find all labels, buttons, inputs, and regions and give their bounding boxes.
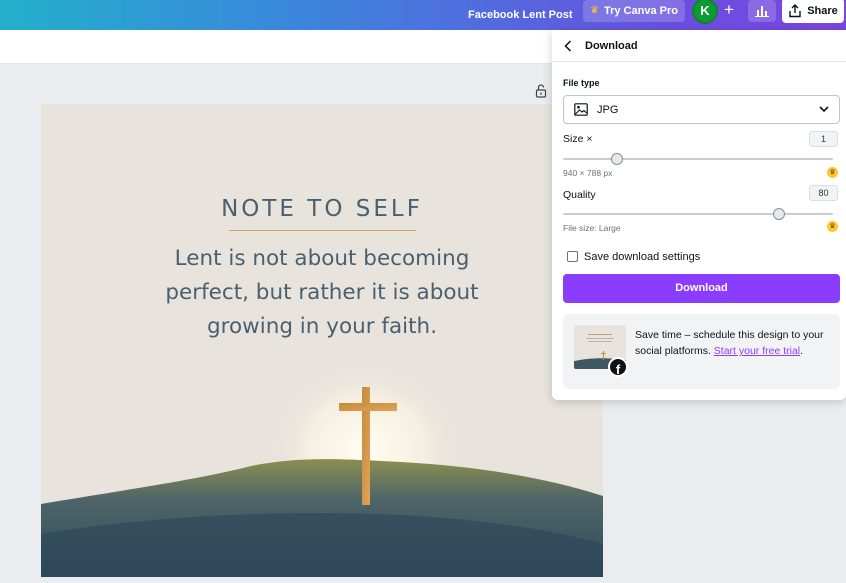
quality-label: Quality bbox=[563, 189, 596, 201]
try-canva-pro-label: Try Canva Pro bbox=[603, 5, 678, 17]
download-button[interactable]: Download bbox=[563, 274, 840, 303]
design-body-text[interactable]: Lent is not about becoming perfect, but … bbox=[157, 242, 487, 344]
save-settings-label[interactable]: Save download settings bbox=[584, 251, 700, 263]
size-input[interactable]: 1 bbox=[809, 131, 838, 147]
download-panel: Download File type JPG Size × 1 940 × 78… bbox=[552, 30, 846, 400]
save-settings-checkbox[interactable] bbox=[567, 251, 578, 262]
promo-period: . bbox=[800, 345, 804, 357]
file-type-value: JPG bbox=[597, 104, 619, 116]
share-label: Share bbox=[807, 4, 838, 17]
try-canva-pro-button[interactable]: ♛ Try Canva Pro bbox=[583, 0, 685, 22]
chevron-down-icon bbox=[819, 106, 829, 113]
share-button[interactable]: Share bbox=[782, 0, 844, 23]
panel-header: Download bbox=[552, 30, 846, 62]
pro-crown-icon: ♛ bbox=[827, 221, 838, 232]
quality-input[interactable]: 80 bbox=[809, 185, 838, 201]
quality-slider-handle[interactable] bbox=[773, 208, 785, 220]
file-type-label: File type bbox=[563, 78, 600, 88]
insights-button[interactable] bbox=[748, 0, 776, 22]
share-upload-icon bbox=[789, 3, 801, 17]
size-slider-track[interactable] bbox=[563, 158, 833, 160]
size-slider-handle[interactable] bbox=[611, 153, 623, 165]
design-title-text[interactable]: NOTE TO SELF bbox=[41, 196, 603, 222]
avatar[interactable]: K bbox=[692, 0, 718, 24]
title-underline bbox=[229, 230, 416, 231]
size-dimensions: 940 × 788 px bbox=[563, 168, 613, 178]
quality-slider-track[interactable] bbox=[563, 213, 833, 215]
schedule-promo-card: f Save time – schedule this design to yo… bbox=[563, 314, 840, 389]
crown-icon: ♛ bbox=[590, 5, 599, 16]
pro-crown-icon: ♛ bbox=[827, 167, 838, 178]
panel-title: Download bbox=[585, 40, 638, 52]
free-trial-link[interactable]: Start your free trial bbox=[714, 345, 800, 357]
unlock-icon[interactable] bbox=[535, 84, 547, 98]
promo-text: Save time – schedule this design to your… bbox=[635, 327, 830, 359]
file-size-hint: File size: Large bbox=[563, 223, 621, 233]
file-type-select[interactable]: JPG bbox=[563, 95, 840, 124]
document-title[interactable]: Facebook Lent Post bbox=[468, 4, 573, 26]
facebook-icon: f bbox=[608, 357, 628, 377]
bar-chart-icon bbox=[755, 6, 769, 17]
chevron-left-icon[interactable] bbox=[564, 40, 572, 52]
image-icon bbox=[574, 103, 588, 116]
size-label: Size × bbox=[563, 133, 593, 145]
design-canvas[interactable]: NOTE TO SELF Lent is not about becoming … bbox=[41, 104, 603, 577]
add-collaborator-button[interactable]: + bbox=[718, 0, 740, 22]
top-bar: Facebook Lent Post ♛ Try Canva Pro K + S… bbox=[0, 0, 846, 30]
